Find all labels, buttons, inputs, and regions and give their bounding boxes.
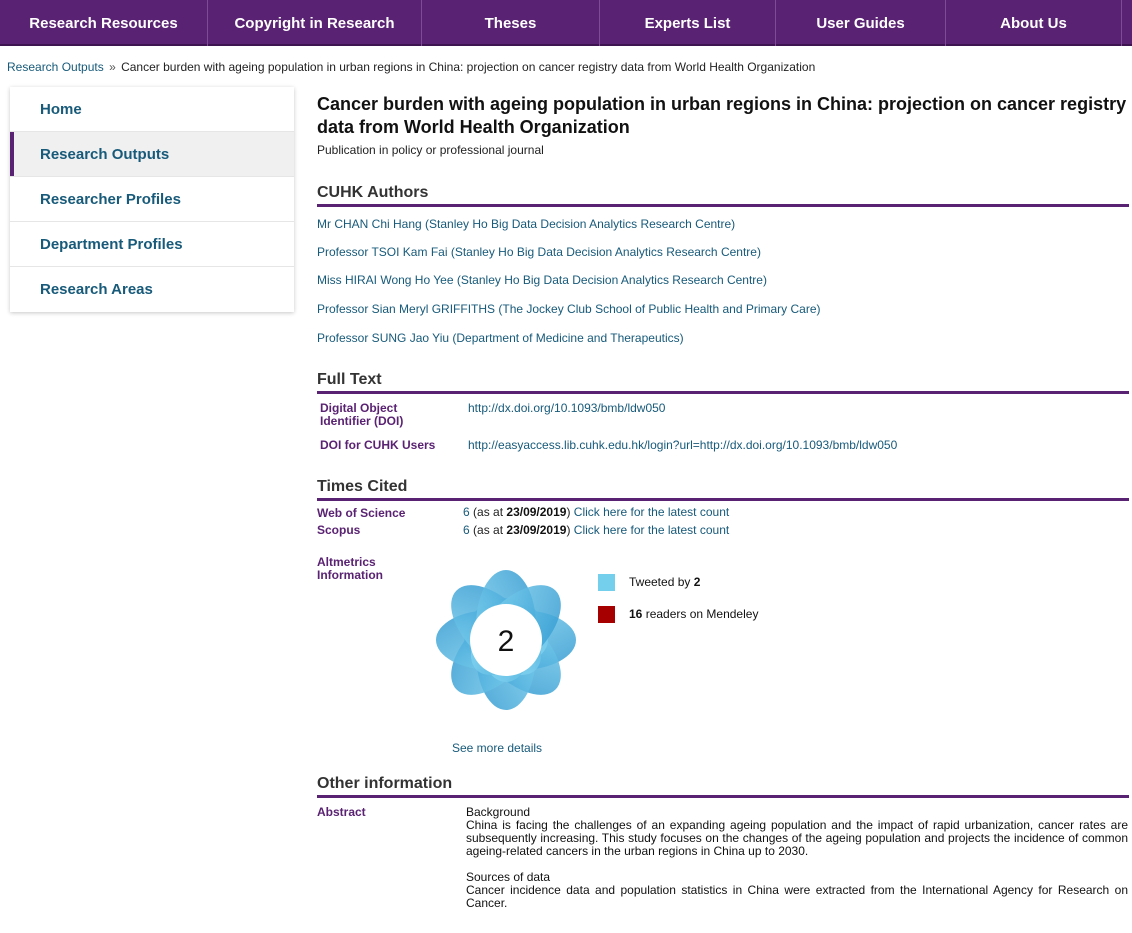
section-heading-authors: CUHK Authors bbox=[317, 184, 1129, 207]
web-of-science-count: 6 (as at 23/09/2019) Click here for the … bbox=[463, 505, 730, 519]
abstract-heading: Background bbox=[466, 805, 531, 819]
author-link[interactable]: Mr CHAN Chi Hang (Stanley Ho Big Data De… bbox=[317, 217, 735, 231]
abstract-heading: Sources of data bbox=[466, 870, 551, 884]
abstract-body: Background China is facing the challenge… bbox=[466, 806, 1128, 923]
tweeted-text: Tweeted by bbox=[629, 575, 691, 589]
abstract-paragraph: Sources of data Cancer incidence data an… bbox=[466, 871, 1128, 910]
nav-research-resources[interactable]: Research Resources bbox=[0, 0, 208, 46]
abstract-paragraph: Background China is facing the challenge… bbox=[466, 806, 1128, 858]
cuhk-doi-link[interactable]: http://easyaccess.lib.cuhk.edu.hk/login?… bbox=[468, 438, 897, 452]
web-of-science-label: Web of Science bbox=[317, 506, 406, 520]
web-of-science-as-at: (as at bbox=[473, 505, 504, 519]
section-heading-other-information: Other information bbox=[317, 775, 1129, 798]
breadcrumb: Research Outputs » Cancer burden with ag… bbox=[7, 60, 815, 74]
top-navigation: Research Resources Copyright in Research… bbox=[0, 0, 1132, 46]
author-link[interactable]: Professor TSOI Kam Fai (Stanley Ho Big D… bbox=[317, 245, 761, 259]
author-link[interactable]: Miss HIRAI Wong Ho Yee (Stanley Ho Big D… bbox=[317, 273, 767, 287]
legend-mendeley: 16 readers on Mendeley bbox=[598, 603, 759, 625]
abstract-text: China is facing the challenges of an exp… bbox=[466, 818, 1128, 858]
sidebar-item-researcher-profiles[interactable]: Researcher Profiles bbox=[10, 177, 294, 222]
nav-copyright-in-research[interactable]: Copyright in Research bbox=[208, 0, 422, 46]
altmetric-donut-graphic: 2 bbox=[436, 570, 576, 710]
scopus-as-at: (as at bbox=[473, 523, 504, 537]
tweeted-count: 2 bbox=[693, 575, 701, 589]
sidebar-item-research-outputs[interactable]: Research Outputs bbox=[10, 132, 294, 177]
mendeley-swatch bbox=[598, 605, 615, 623]
sidebar-item-research-areas[interactable]: Research Areas bbox=[10, 267, 294, 312]
web-of-science-date: 23/09/2019 bbox=[506, 505, 567, 519]
breadcrumb-research-outputs[interactable]: Research Outputs bbox=[7, 60, 104, 74]
section-heading-times-cited: Times Cited bbox=[317, 478, 1129, 501]
scopus-count-link[interactable]: 6 bbox=[463, 523, 470, 537]
author-link[interactable]: Professor SUNG Jao Yiu (Department of Me… bbox=[317, 331, 684, 345]
sidebar-item-department-profiles[interactable]: Department Profiles bbox=[10, 222, 294, 267]
twitter-swatch bbox=[598, 573, 615, 591]
publication-header: Cancer burden with ageing population in … bbox=[317, 93, 1129, 157]
abstract-text: Cancer incidence data and population sta… bbox=[466, 883, 1128, 910]
mendeley-text: readers on Mendeley bbox=[645, 607, 759, 621]
breadcrumb-separator: » bbox=[109, 60, 116, 74]
sidebar: Home Research Outputs Researcher Profile… bbox=[10, 87, 294, 312]
author-link[interactable]: Professor Sian Meryl GRIFFITHS (The Jock… bbox=[317, 302, 821, 316]
cuhk-doi-label: DOI for CUHK Users bbox=[320, 438, 436, 452]
nav-about-us[interactable]: About Us bbox=[946, 0, 1122, 46]
abstract-label: Abstract bbox=[317, 805, 366, 819]
breadcrumb-current: Cancer burden with ageing population in … bbox=[121, 60, 816, 74]
nav-theses[interactable]: Theses bbox=[422, 0, 600, 46]
web-of-science-latest-link[interactable]: Click here for the latest count bbox=[574, 505, 729, 519]
web-of-science-count-link[interactable]: 6 bbox=[463, 505, 470, 519]
scopus-date: 23/09/2019 bbox=[506, 523, 567, 537]
section-heading-full-text: Full Text bbox=[317, 371, 1129, 394]
mendeley-count: 16 bbox=[629, 607, 643, 621]
altmetrics-label: Altmetrics Information bbox=[317, 555, 383, 582]
scopus-count: 6 (as at 23/09/2019) Click here for the … bbox=[463, 523, 730, 537]
nav-user-guides[interactable]: User Guides bbox=[776, 0, 946, 46]
doi-label: Digital Object Identifier (DOI) bbox=[320, 401, 404, 428]
altmetric-score: 2 bbox=[498, 625, 515, 658]
nav-experts-list[interactable]: Experts List bbox=[600, 0, 776, 46]
publication-type: Publication in policy or professional jo… bbox=[317, 143, 544, 157]
altmetric-donut[interactable]: 2 bbox=[432, 566, 580, 714]
page-title: Cancer burden with ageing population in … bbox=[317, 94, 1127, 137]
see-more-details-link[interactable]: See more details bbox=[452, 741, 542, 755]
legend-twitter: Tweeted by 2 bbox=[598, 571, 794, 593]
sidebar-item-home[interactable]: Home bbox=[10, 87, 294, 132]
doi-link[interactable]: http://dx.doi.org/10.1093/bmb/ldw050 bbox=[468, 401, 665, 415]
scopus-latest-link[interactable]: Click here for the latest count bbox=[574, 523, 729, 537]
scopus-label: Scopus bbox=[317, 523, 361, 537]
